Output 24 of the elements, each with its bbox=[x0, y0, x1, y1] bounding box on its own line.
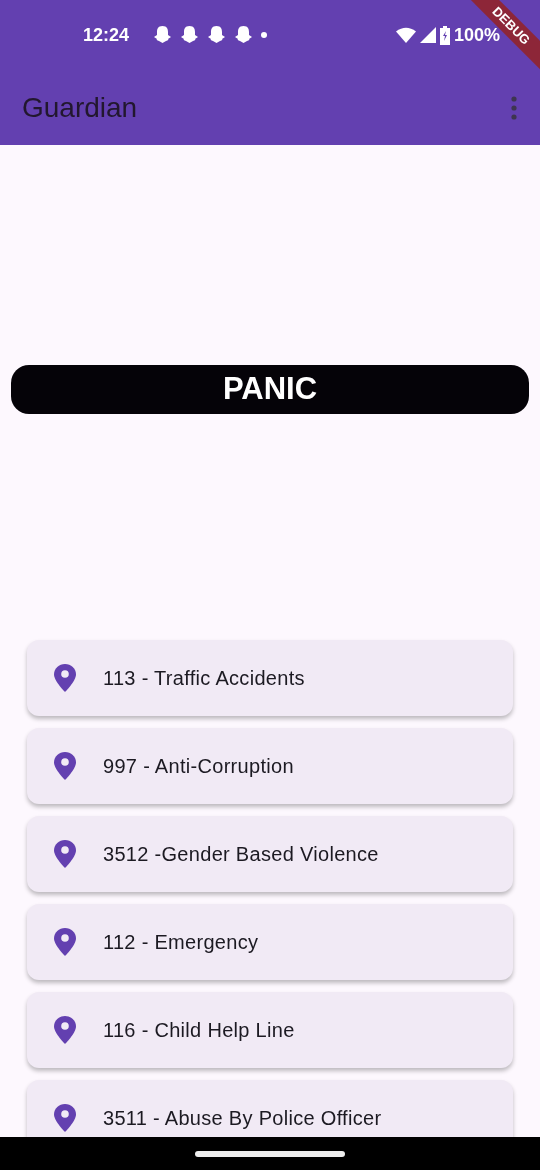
ghost-icon bbox=[180, 25, 200, 45]
location-pin-icon bbox=[54, 663, 76, 692]
hotline-item[interactable]: 3512 -Gender Based Violence bbox=[27, 815, 513, 892]
ghost-icon bbox=[234, 25, 254, 45]
location-pin-icon bbox=[54, 1103, 76, 1132]
panic-button[interactable]: PANIC bbox=[11, 365, 529, 414]
location-pin-icon bbox=[54, 1015, 76, 1044]
ghost-icon bbox=[153, 25, 173, 45]
location-pin-icon bbox=[54, 927, 76, 956]
status-time: 12:24 bbox=[83, 23, 130, 47]
battery-icon bbox=[439, 25, 450, 45]
location-pin-icon bbox=[54, 839, 76, 868]
dot-icon bbox=[261, 32, 268, 38]
hotline-item[interactable]: 116 - Child Help Line bbox=[27, 991, 513, 1068]
ghost-icon bbox=[207, 25, 227, 45]
hotline-item[interactable]: 113 - Traffic Accidents bbox=[27, 639, 513, 716]
app-title: Guardian bbox=[22, 90, 138, 125]
hotline-item[interactable]: 3511 - Abuse By Police Officer bbox=[27, 1079, 513, 1137]
location-pin-icon bbox=[54, 751, 76, 780]
wifi-icon bbox=[395, 27, 416, 43]
hotline-item[interactable]: 112 - Emergency bbox=[27, 903, 513, 980]
signal-icon bbox=[419, 27, 436, 43]
hotline-item[interactable]: 997 - Anti-Corruption bbox=[27, 727, 513, 804]
home-handle[interactable] bbox=[195, 1150, 345, 1157]
